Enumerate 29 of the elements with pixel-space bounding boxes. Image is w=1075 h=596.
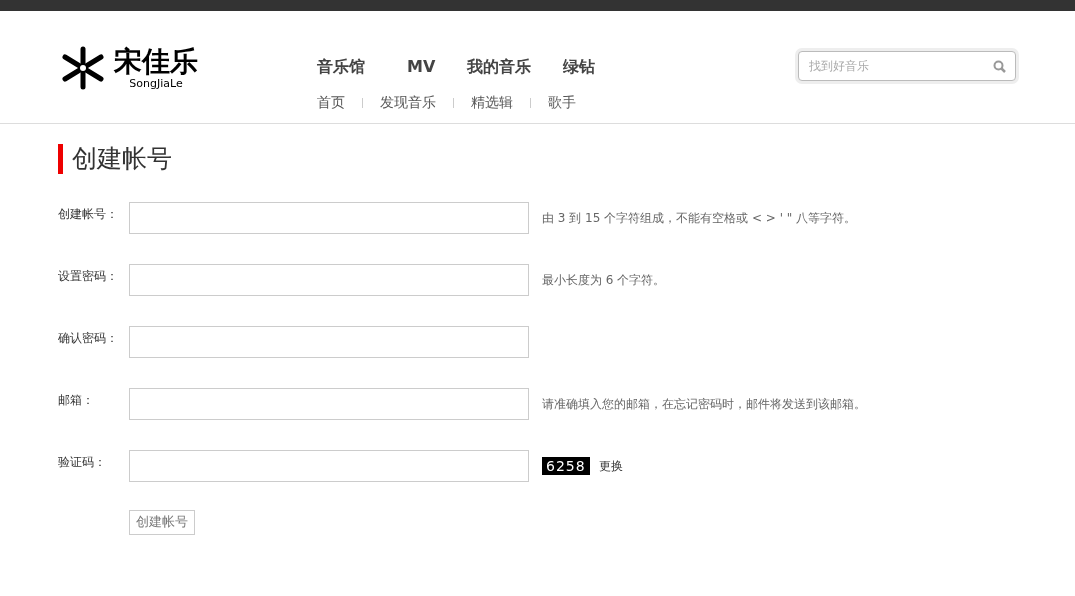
input-field[interactable] bbox=[129, 326, 529, 358]
field-label: 设置密码： bbox=[58, 268, 119, 285]
subnav-link[interactable]: 精选辑 bbox=[471, 94, 513, 112]
subnav-link[interactable]: 发现音乐 bbox=[380, 94, 436, 112]
logo-title: 宋佳乐 bbox=[114, 46, 198, 78]
nav-link[interactable]: MV bbox=[407, 57, 436, 78]
input-field[interactable] bbox=[129, 264, 529, 296]
input-field[interactable] bbox=[129, 450, 529, 482]
field-hint: 由 3 到 15 个字符组成，不能有空格或 < > ' " 八等字符。 bbox=[542, 209, 857, 227]
submit-button[interactable]: 创建帐号 bbox=[129, 509, 195, 535]
field-label: 邮箱： bbox=[58, 392, 95, 409]
input-field[interactable] bbox=[129, 202, 529, 234]
search-icon[interactable] bbox=[993, 60, 1006, 73]
field-hint: 请准确填入您的邮箱，在忘记密码时，邮件将发送到该邮箱。 bbox=[542, 395, 866, 413]
captcha-image: 6258 bbox=[542, 457, 590, 475]
input-field[interactable] bbox=[129, 388, 529, 420]
search-field[interactable]: 找到好音乐 bbox=[798, 51, 1016, 81]
refresh-link[interactable]: 更换 bbox=[598, 457, 623, 475]
subnav-link[interactable]: 歌手 bbox=[548, 94, 576, 112]
nav-link[interactable]: 我的音乐 bbox=[467, 57, 532, 78]
field-hint: 最小长度为 6 个字符。 bbox=[542, 271, 666, 289]
field-label: 验证码： bbox=[58, 454, 107, 471]
page-title: 创建帐号 bbox=[58, 144, 1075, 174]
logo-subtitle: SongJiaLe bbox=[129, 78, 183, 90]
nav-link[interactable]: 音乐馆 bbox=[317, 57, 365, 78]
field-label: 创建帐号： bbox=[58, 206, 119, 223]
nav-link[interactable]: 绿钻 bbox=[563, 57, 596, 78]
field-label: 确认密码： bbox=[58, 330, 119, 347]
subnav-link[interactable]: 首页 bbox=[317, 94, 345, 112]
